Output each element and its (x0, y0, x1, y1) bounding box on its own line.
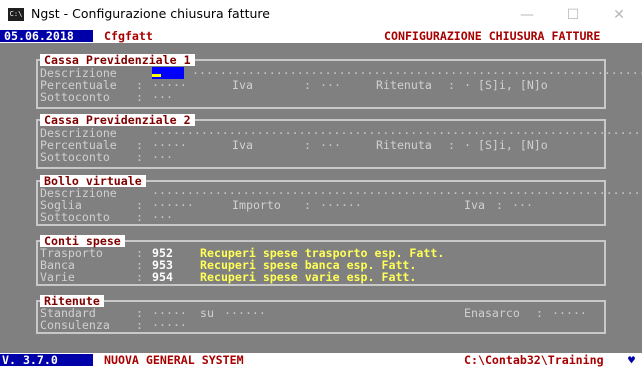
ritenuta-field[interactable]: · [S]i, [N]o (464, 79, 548, 91)
sottoconto-colon: : (136, 150, 143, 164)
iva-colon: : (496, 198, 503, 212)
consulenza-label: Consulenza (40, 318, 110, 332)
ritenuta-label: Ritenuta (376, 78, 432, 92)
ritenuta-label: Ritenuta (376, 138, 432, 152)
footer-system-name: NUOVA GENERAL SYSTEM (104, 353, 244, 367)
header-program: Cfgfatt (104, 30, 153, 43)
consulenza-field[interactable]: ····· (152, 319, 187, 331)
window-title: Ngst - Configurazione chiusura fatture (31, 6, 270, 21)
header-screen-title: CONFIGURAZIONE CHIUSURA FATTURE (384, 30, 601, 43)
panel-title-cassa-1: Cassa Previdenziale 1 (40, 54, 195, 66)
ritenuta-colon: : (448, 78, 455, 92)
console-app-icon: C:\ (8, 8, 24, 21)
enasarco-label: Enasarco (464, 306, 520, 320)
sottoconto-field[interactable]: ··· (152, 91, 173, 103)
sottoconto-colon: : (136, 210, 143, 224)
iva-field[interactable]: ··· (320, 79, 341, 91)
enasarco-field[interactable]: ····· (552, 307, 587, 319)
varie-description: Recuperi spese varie esp. Fatt. (200, 270, 417, 284)
iva-field[interactable]: ··· (512, 199, 533, 211)
iva-colon: : (304, 138, 311, 152)
enasarco-colon: : (536, 306, 543, 320)
panel-ritenute (36, 300, 606, 334)
varie-colon: : (136, 270, 143, 284)
varie-code-field[interactable]: 954 (152, 271, 173, 283)
iva-label: Iva (232, 78, 253, 92)
sottoconto-field[interactable]: ··· (152, 211, 173, 223)
footer-path: C:\Contab32\Training (464, 353, 604, 367)
iva-colon: : (304, 78, 311, 92)
su-field[interactable]: ······ (224, 307, 266, 319)
su-label: su (200, 306, 214, 320)
sottoconto-label: Sottoconto (40, 210, 110, 224)
minimize-button[interactable]: — (504, 0, 550, 30)
sottoconto-label: Sottoconto (40, 150, 110, 164)
caret-indicator (152, 74, 161, 77)
ritenuta-field[interactable]: · [S]i, [N]o (464, 139, 548, 151)
varie-label: Varie (40, 270, 75, 284)
sottoconto-label: Sottoconto (40, 90, 110, 104)
heart-icon: ♥ (628, 353, 635, 367)
importo-field[interactable]: ······ (320, 199, 362, 211)
window-titlebar: C:\ Ngst - Configurazione chiusura fattu… (0, 0, 642, 31)
sottoconto-colon: : (136, 90, 143, 104)
importo-colon: : (304, 198, 311, 212)
footer-version: V. 3.7.0 (0, 354, 93, 366)
iva-label: Iva (232, 138, 253, 152)
close-button[interactable]: ✕ (596, 0, 642, 30)
importo-label: Importo (232, 198, 281, 212)
sottoconto-field[interactable]: ··· (152, 151, 173, 163)
iva-field[interactable]: ··· (320, 139, 341, 151)
descrizione-field[interactable]: ········································… (152, 187, 642, 199)
iva-label: Iva (464, 198, 485, 212)
ritenuta-colon: : (448, 138, 455, 152)
panel-title-cassa-2: Cassa Previdenziale 2 (40, 114, 195, 126)
maximize-button[interactable]: ☐ (550, 0, 596, 30)
header-date: 05.06.2018 (0, 30, 93, 42)
console-area: 05.06.2018 Cfgfatt CONFIGURAZIONE CHIUSU… (0, 30, 642, 368)
consulenza-colon: : (136, 318, 143, 332)
